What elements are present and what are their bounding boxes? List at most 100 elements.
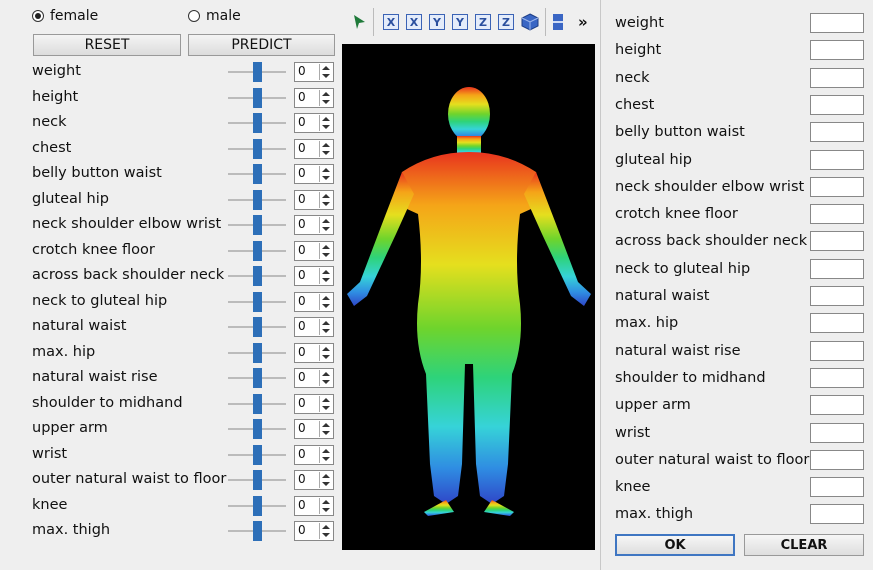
spinbox-arrows-icon[interactable] (319, 115, 332, 131)
slider-thumb[interactable] (252, 368, 262, 388)
measurement-spinbox[interactable]: 0 (294, 393, 334, 414)
prediction-field[interactable] (810, 13, 864, 33)
male-radio[interactable]: male (188, 8, 241, 24)
slider-thumb[interactable] (252, 444, 262, 465)
prediction-label: wrist (615, 424, 651, 441)
female-radio-dot[interactable] (32, 10, 44, 22)
3d-canvas[interactable] (342, 44, 595, 550)
prediction-field[interactable] (810, 149, 864, 170)
prediction-field[interactable] (810, 504, 864, 525)
spinbox-arrows-icon[interactable] (319, 344, 332, 361)
measurement-spinbox[interactable]: 0 (294, 164, 334, 184)
measurement-spinbox[interactable]: 0 (294, 87, 334, 108)
slider-thumb[interactable] (252, 521, 262, 541)
prediction-field[interactable] (810, 395, 864, 416)
prediction-label: natural waist (615, 288, 710, 304)
prediction-field[interactable] (810, 449, 864, 470)
y-axis-icon[interactable]: Y (429, 14, 445, 30)
spinbox-arrows-icon[interactable] (319, 89, 332, 106)
slider-thumb[interactable] (252, 215, 262, 235)
prediction-field[interactable] (810, 176, 864, 197)
x-axis-icon[interactable]: X (383, 14, 399, 30)
spinbox-arrows-icon[interactable] (319, 523, 332, 539)
clear-button[interactable]: CLEAR (744, 534, 864, 556)
cube-icon[interactable] (521, 13, 539, 31)
toolbar-overflow-button[interactable]: » (578, 13, 588, 31)
prediction-field[interactable] (810, 67, 864, 88)
slider-thumb[interactable] (252, 470, 262, 490)
measurement-spinbox[interactable]: 0 (294, 342, 334, 363)
slider-thumb[interactable] (252, 393, 262, 414)
ok-button[interactable]: OK (615, 534, 735, 556)
pick-icon[interactable] (350, 12, 368, 32)
measurement-spinbox[interactable]: 0 (294, 62, 334, 82)
measurement-spinbox[interactable]: 0 (294, 266, 334, 286)
predict-button[interactable]: PREDICT (188, 34, 335, 56)
prediction-field[interactable] (810, 231, 864, 252)
slider-thumb[interactable] (252, 317, 262, 337)
prediction-field[interactable] (810, 340, 864, 361)
measurement-spinbox[interactable]: 0 (294, 470, 334, 490)
prediction-label: knee (615, 479, 651, 496)
slider-thumb[interactable] (252, 113, 262, 133)
measurement-spinbox[interactable]: 0 (294, 240, 334, 261)
z-axis-reverse-icon[interactable]: Z (498, 14, 514, 30)
measurement-spinbox[interactable]: 0 (294, 521, 334, 541)
panel-icon[interactable] (552, 13, 564, 31)
measurement-spinbox[interactable]: 0 (294, 368, 334, 388)
slider-thumb[interactable] (252, 138, 262, 159)
spinbox-arrows-icon[interactable] (319, 421, 332, 437)
measurement-spinbox[interactable]: 0 (294, 113, 334, 133)
spinbox-arrows-icon[interactable] (319, 217, 332, 233)
male-radio-dot[interactable] (188, 10, 200, 22)
slider-thumb[interactable] (252, 189, 262, 210)
reset-button[interactable]: RESET (33, 34, 181, 56)
slider-thumb[interactable] (252, 495, 262, 516)
prediction-field[interactable] (810, 422, 864, 443)
spinbox-arrows-icon[interactable] (319, 191, 332, 208)
prediction-field[interactable] (810, 94, 864, 115)
slider-thumb[interactable] (252, 164, 262, 184)
measurement-spinbox[interactable]: 0 (294, 419, 334, 439)
slider-thumb[interactable] (252, 266, 262, 286)
spinbox-arrows-icon[interactable] (319, 242, 332, 259)
prediction-field[interactable] (810, 204, 864, 225)
slider-thumb[interactable] (252, 87, 262, 108)
spinbox-arrows-icon[interactable] (319, 166, 332, 182)
y-axis-reverse-icon[interactable]: Y (452, 14, 468, 30)
spinbox-arrows-icon[interactable] (319, 472, 332, 488)
measurement-spinbox[interactable]: 0 (294, 444, 334, 465)
measurement-spinbox[interactable]: 0 (294, 495, 334, 516)
prediction-field[interactable] (810, 258, 864, 279)
slider-thumb[interactable] (252, 291, 262, 312)
prediction-field[interactable] (810, 122, 864, 143)
spinbox-arrows-icon[interactable] (319, 446, 332, 463)
spinbox-arrows-icon[interactable] (319, 268, 332, 284)
x-axis-reverse-icon[interactable]: X (406, 14, 422, 30)
spinbox-arrows-icon[interactable] (319, 319, 332, 335)
prediction-field[interactable] (810, 477, 864, 498)
spinbox-arrows-icon[interactable] (319, 395, 332, 412)
slider-thumb[interactable] (252, 62, 262, 82)
z-axis-icon[interactable]: Z (475, 14, 491, 30)
measurement-row: natural waist 0 (32, 316, 337, 338)
prediction-output-panel: weight height neck chest belly button waist g… (600, 0, 873, 570)
slider-thumb[interactable] (252, 342, 262, 363)
measurement-spinbox[interactable]: 0 (294, 291, 334, 312)
measurement-spinbox[interactable]: 0 (294, 138, 334, 159)
slider-thumb[interactable] (252, 240, 262, 261)
spinbox-arrows-icon[interactable] (319, 293, 332, 310)
spinbox-arrows-icon[interactable] (319, 370, 332, 386)
prediction-field[interactable] (810, 286, 864, 306)
spinbox-arrows-icon[interactable] (319, 140, 332, 157)
prediction-field[interactable] (810, 313, 864, 334)
measurement-spinbox[interactable]: 0 (294, 215, 334, 235)
spinbox-arrows-icon[interactable] (319, 64, 332, 80)
measurement-spinbox[interactable]: 0 (294, 189, 334, 210)
female-radio[interactable]: female (32, 8, 98, 24)
prediction-field[interactable] (810, 40, 864, 61)
prediction-field[interactable] (810, 367, 864, 388)
measurement-spinbox[interactable]: 0 (294, 317, 334, 337)
spinbox-arrows-icon[interactable] (319, 497, 332, 514)
slider-thumb[interactable] (252, 419, 262, 439)
